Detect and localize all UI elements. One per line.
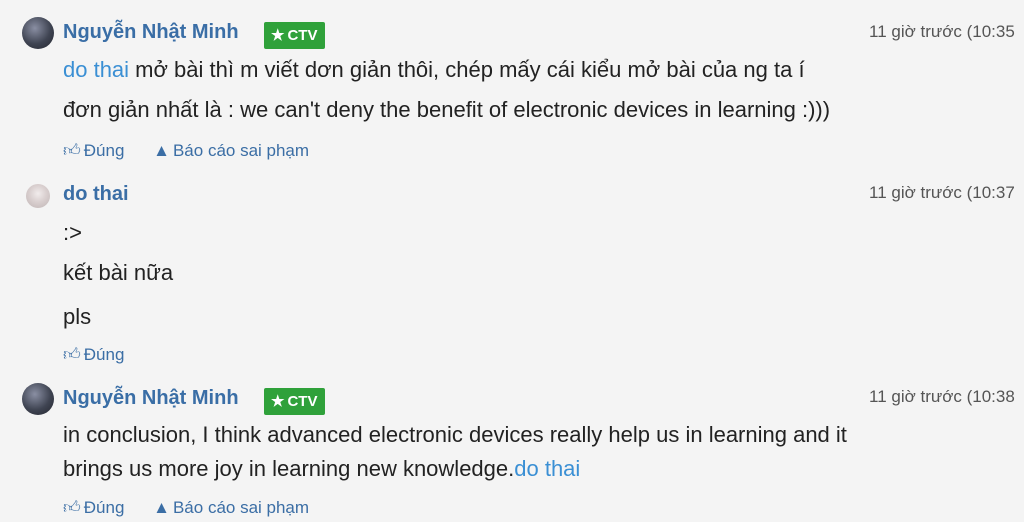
badge-label: CTV xyxy=(287,27,318,44)
comment-line: do thai mở bài thì m viết dơn giản thôi,… xyxy=(63,57,805,83)
comment-time: 11 giờ trước (10:35 xyxy=(869,22,1015,41)
ctv-badge: ★ CTV xyxy=(264,388,326,415)
report-button[interactable]: ▲ Báo cáo sai phạm xyxy=(153,498,309,518)
avatar[interactable] xyxy=(22,17,54,49)
comment-actions: 👍︎ Đúng ▲ Báo cáo sai phạm xyxy=(63,497,333,518)
comment-text: đơn giản nhất là : we can't deny the ben… xyxy=(63,97,831,122)
like-button[interactable]: 👍︎ Đúng xyxy=(63,497,124,518)
comment-text: in conclusion, I think advanced electron… xyxy=(63,422,847,447)
like-button[interactable]: 👍︎ Đúng xyxy=(63,344,124,365)
warning-icon: ▲ xyxy=(153,498,170,517)
like-label: Đúng xyxy=(83,141,125,160)
comment-time: 11 giờ trước (10:38 xyxy=(869,387,1015,406)
star-icon: ★ xyxy=(271,393,285,410)
report-label: Báo cáo sai phạm xyxy=(172,498,310,517)
comment-line: đơn giản nhất là : we can't deny the ben… xyxy=(63,97,830,123)
mention-link[interactable]: do thai xyxy=(63,57,129,82)
comment-line: brings us more joy in learning new knowl… xyxy=(63,456,580,482)
comment-line: kết bài nữa xyxy=(63,260,174,285)
like-label: Đúng xyxy=(83,498,125,517)
thumbs-up-icon: 👍︎ xyxy=(63,141,81,160)
report-button[interactable]: ▲ Báo cáo sai phạm xyxy=(153,141,309,161)
warning-icon: ▲ xyxy=(153,141,170,160)
badge-label: CTV xyxy=(287,393,318,410)
star-icon: ★ xyxy=(271,27,285,44)
comment-line: in conclusion, I think advanced electron… xyxy=(63,422,847,448)
author-name[interactable]: Nguyễn Nhật Minh xyxy=(63,387,239,410)
ctv-badge: ★ CTV xyxy=(264,22,326,49)
comment-line: pls xyxy=(63,304,92,329)
comment-time: 11 giờ trước (10:37 xyxy=(869,183,1015,202)
mention-link[interactable]: do thai xyxy=(514,456,580,481)
author-name[interactable]: do thai xyxy=(63,183,129,206)
like-label: Đúng xyxy=(83,345,125,364)
comment-actions: 👍︎ Đúng xyxy=(63,344,148,365)
comment-line: :> xyxy=(63,220,82,245)
thumbs-up-icon: 👍︎ xyxy=(63,345,81,364)
comment-actions: 👍︎ Đúng ▲ Báo cáo sai phạm xyxy=(63,140,333,161)
comment-text: brings us more joy in learning new knowl… xyxy=(63,456,515,481)
avatar[interactable] xyxy=(26,184,50,208)
avatar[interactable] xyxy=(22,383,54,415)
report-label: Báo cáo sai phạm xyxy=(172,141,310,160)
author-name[interactable]: Nguyễn Nhật Minh xyxy=(63,21,239,44)
comment-text: mở bài thì m viết dơn giản thôi, chép mấ… xyxy=(129,57,805,82)
like-button[interactable]: 👍︎ Đúng xyxy=(63,140,124,161)
thumbs-up-icon: 👍︎ xyxy=(63,498,81,517)
